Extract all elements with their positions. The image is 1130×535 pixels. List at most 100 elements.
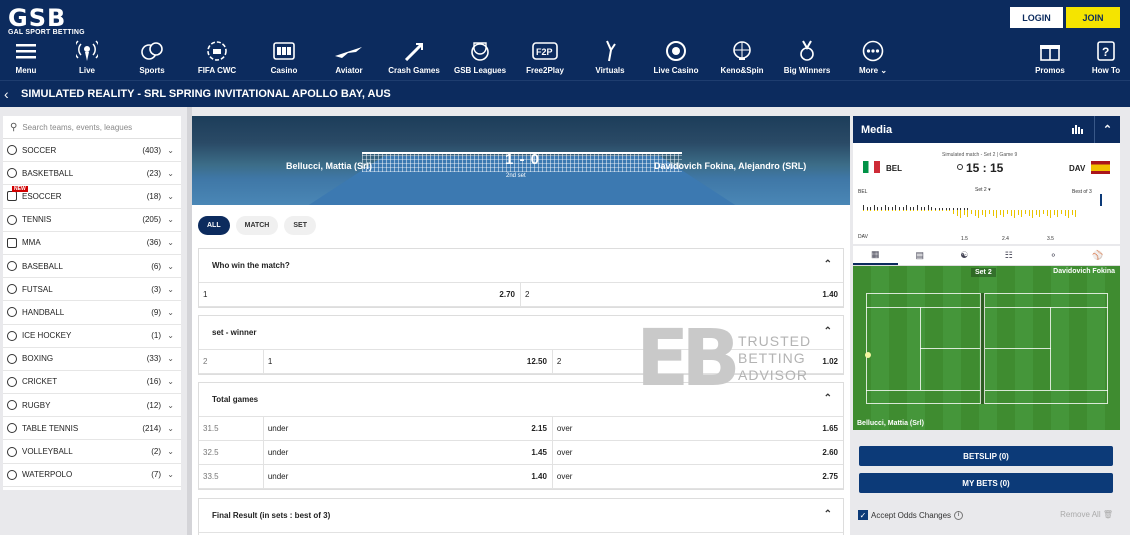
my-bets-button[interactable]: MY BETS (0) xyxy=(859,473,1113,493)
login-button[interactable]: LOGIN xyxy=(1010,7,1063,28)
sidebar-item-basketball[interactable]: BASKETBALL (23) ⌄ xyxy=(3,162,181,186)
baseball-icon xyxy=(7,261,17,272)
info-icon[interactable]: i xyxy=(954,510,964,520)
odds-button[interactable]: 1 12.50 xyxy=(264,350,553,373)
outcome-label: 2 xyxy=(525,290,530,299)
sidebar-item-boxing[interactable]: BOXING (33) ⌄ xyxy=(3,348,181,371)
odds-button[interactable]: over 1.65 xyxy=(553,417,843,440)
momentum-bar xyxy=(866,210,868,211)
new-badge: NEW xyxy=(12,186,28,193)
chevron-down-icon: ⌄ xyxy=(167,354,174,364)
tick-label: 3.5 xyxy=(1047,236,1054,242)
nav-live[interactable]: Live xyxy=(72,40,102,76)
search-input[interactable]: ⚲ Search teams, events, leagues xyxy=(3,116,181,139)
outcome-label: under xyxy=(267,448,289,457)
odds-button[interactable]: 2 1.02 xyxy=(553,350,843,373)
tab-stats-icon[interactable]: ▤ xyxy=(898,246,943,265)
market-header[interactable]: Final Result (in sets : best of 3) ⌃ xyxy=(199,499,843,533)
chevron-up-icon[interactable]: ⌃ xyxy=(824,259,832,270)
market-header[interactable]: Total games ⌃ xyxy=(199,383,843,417)
sidebar-item-waterpolo[interactable]: WATERPOLO (7) ⌄ xyxy=(3,464,181,487)
tab-audio-icon[interactable]: ⚬ xyxy=(1031,246,1076,265)
sidebar-item-volleyball[interactable]: VOLLEYBALL (2) ⌄ xyxy=(3,440,181,464)
market-header[interactable]: Who win the match? ⌃ xyxy=(199,249,843,283)
chevron-up-icon[interactable]: ⌃ xyxy=(824,509,832,520)
nav-keno-spin[interactable]: Keno&Spin xyxy=(720,40,764,76)
odds-button[interactable]: under 2.15 xyxy=(264,417,553,440)
nav-menu[interactable]: Menu xyxy=(11,40,41,76)
nav-label: Aviator xyxy=(335,66,363,75)
sidebar-item-mma[interactable]: MMA (36) ⌄ xyxy=(3,232,181,255)
tab-ball-icon[interactable]: ⚾ xyxy=(1076,246,1121,265)
join-button[interactable]: JOIN xyxy=(1066,7,1120,28)
sidebar-item-soccer[interactable]: SOCCER (403) ⌄ xyxy=(3,139,181,163)
nav-label: Live Casino xyxy=(653,66,699,75)
sport-name: ICE HOCKEY xyxy=(22,331,72,341)
sidebar-item-tennis[interactable]: TENNIS (205) ⌄ xyxy=(3,209,181,232)
odds-button[interactable]: under 1.45 xyxy=(264,441,553,464)
momentum-bar xyxy=(1057,210,1059,217)
chevron-down-icon: ⌄ xyxy=(167,447,174,457)
tab-match[interactable]: MATCH xyxy=(235,216,279,235)
momentum-bar xyxy=(945,210,947,211)
nav-fifa-cwc[interactable]: FIFA CWC xyxy=(198,40,236,76)
gsb-logo[interactable]: GSB GAL SPORT BETTING xyxy=(8,6,85,36)
basketball-icon xyxy=(7,168,17,179)
sidebar-item-esoccer[interactable]: NEW ESOCCER (18) ⌄ xyxy=(3,185,181,209)
logo-text: GSB xyxy=(8,4,67,32)
nav-casino[interactable]: Casino xyxy=(269,40,299,76)
momentum-bar xyxy=(1075,210,1077,217)
sidebar-item-handball[interactable]: HANDBALL (9) ⌄ xyxy=(3,301,181,325)
checkbox-checked-icon[interactable]: ✓ xyxy=(858,510,868,520)
tab-all[interactable]: ALL xyxy=(198,216,230,235)
nav-more[interactable]: More ⌄ xyxy=(858,40,888,76)
set-select[interactable]: Set 2 ▾ xyxy=(975,187,991,193)
market-header[interactable]: set - winner ⌃ xyxy=(199,316,843,350)
sidebar-item-ice-hockey[interactable]: ICE HOCKEY (1) ⌄ xyxy=(3,325,181,348)
tab-table-icon[interactable]: ☷ xyxy=(987,246,1032,265)
momentum-bar xyxy=(1050,210,1052,218)
tab-set[interactable]: SET xyxy=(284,216,316,235)
sidebar-item-rugby[interactable]: RUGBY (12) ⌄ xyxy=(3,394,181,418)
sport-count: (205) xyxy=(142,215,161,225)
sidebar-item-cricket[interactable]: CRICKET (16) ⌄ xyxy=(3,371,181,395)
betslip-button[interactable]: BETSLIP (0) xyxy=(859,446,1113,466)
odds-button[interactable]: over 2.60 xyxy=(553,441,843,464)
sidebar-item-baseball[interactable]: BASEBALL (6) ⌄ xyxy=(3,255,181,279)
back-arrow-icon[interactable]: ‹ xyxy=(4,86,9,102)
nav-how-to[interactable]: ? How To xyxy=(1091,40,1121,76)
momentum-bar xyxy=(1068,210,1070,218)
sidebar-item-table-tennis[interactable]: TABLE TENNIS (214) ⌄ xyxy=(3,417,181,441)
odds-row: 32.5 under 1.45 over 2.60 xyxy=(199,441,843,465)
nav-live-casino[interactable]: Live Casino xyxy=(653,40,699,76)
big-winners-icon xyxy=(798,40,816,62)
remove-all-button[interactable]: Remove All 🗑 xyxy=(1060,510,1113,519)
odds-button[interactable]: 1 2.70 xyxy=(199,283,521,306)
nav-free2play[interactable]: F2P Free2Play xyxy=(526,40,564,76)
viz-player-bottom: Bellucci, Mattia (Srl) xyxy=(857,420,924,427)
chevron-up-icon[interactable]: ⌃ xyxy=(824,326,832,337)
sidebar-item-futsal[interactable]: FUTSAL (3) ⌄ xyxy=(3,278,181,302)
odds-button[interactable]: over 2.75 xyxy=(553,465,843,488)
momentum-bar xyxy=(906,210,908,211)
nav-sports[interactable]: Sports xyxy=(137,40,167,76)
tab-lineup-icon[interactable]: ☯ xyxy=(942,246,987,265)
nav-label: Sports xyxy=(139,66,165,75)
outcome-label: under xyxy=(267,472,289,481)
chevron-up-icon[interactable]: ⌃ xyxy=(824,393,832,404)
nav-virtuals[interactable]: Virtuals xyxy=(595,40,625,76)
nav-promos[interactable]: Promos xyxy=(1035,40,1065,76)
nav-aviator[interactable]: Aviator xyxy=(333,40,365,76)
nav-big-winners[interactable]: Big Winners xyxy=(784,40,830,76)
tab-court-view-icon[interactable]: ▦ xyxy=(853,246,898,265)
stats-bars-icon[interactable] xyxy=(1072,124,1084,137)
nav-crash-games[interactable]: Crash Games xyxy=(388,40,440,76)
momentum-bar xyxy=(870,210,872,211)
live-court-visualization: Set 2 Davidovich Fokina Bellucci, Mattia… xyxy=(853,266,1120,430)
odds-button[interactable]: 2 1.40 xyxy=(521,283,843,306)
odds-button[interactable]: under 1.40 xyxy=(264,465,553,488)
chevron-up-icon[interactable]: ⌃ xyxy=(1094,116,1120,143)
nav-gsb-leagues[interactable]: GSB Leagues xyxy=(454,40,506,76)
promos-icon xyxy=(1040,40,1060,62)
accept-odds-changes[interactable]: ✓ Accept Odds Changes i xyxy=(858,510,964,520)
